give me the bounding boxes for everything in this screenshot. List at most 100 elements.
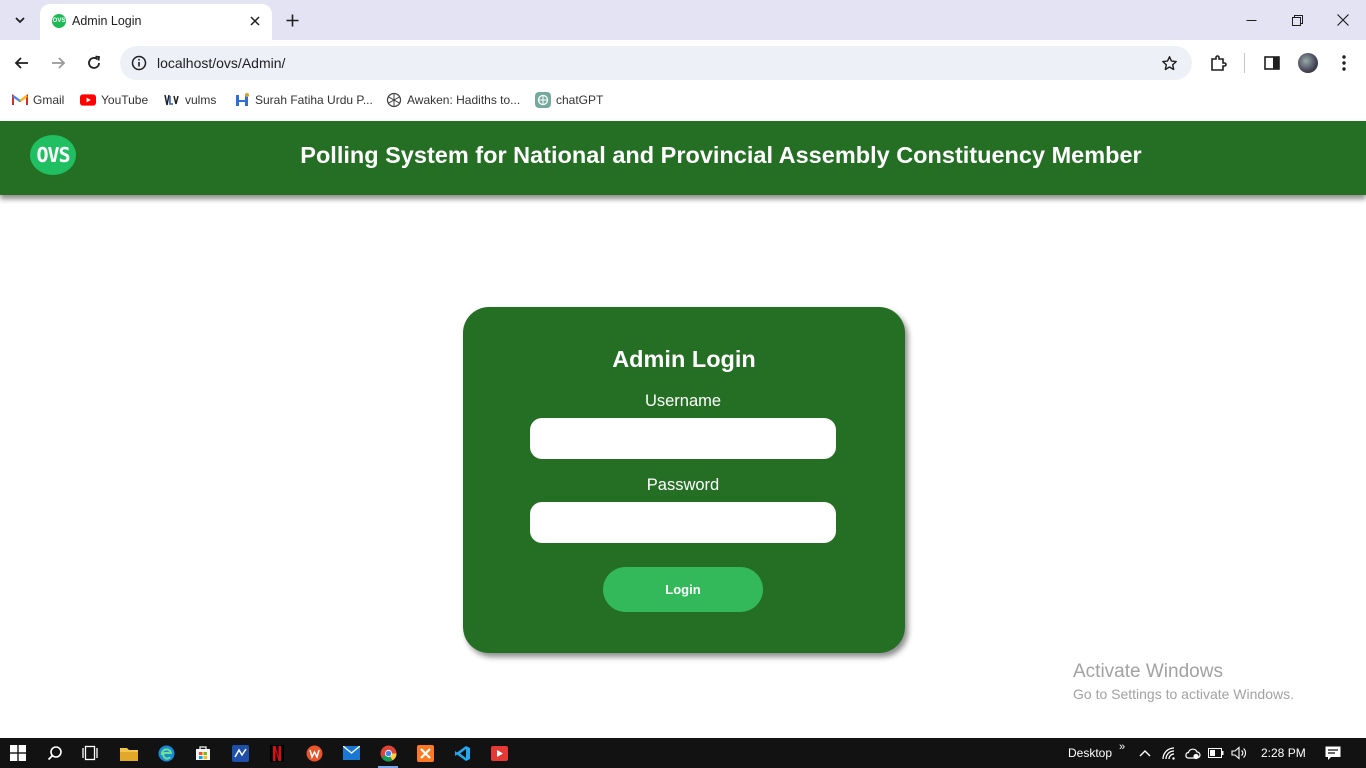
battery-tray-button[interactable] <box>1204 741 1228 765</box>
username-input[interactable] <box>530 418 836 459</box>
bookmark-label: Awaken: Hadiths to... <box>407 93 521 107</box>
username-label: Username <box>644 392 722 410</box>
login-button[interactable]: Login <box>603 567 763 612</box>
taskbar-edge[interactable] <box>154 741 178 765</box>
toolbar-divider <box>1244 53 1245 73</box>
mail-icon <box>342 746 360 760</box>
watermark-title: Activate Windows <box>1073 661 1223 682</box>
side-panel-icon <box>1264 56 1280 70</box>
site-info-button[interactable] <box>128 52 150 74</box>
browser-tab-strip: OVS Admin Login <box>0 0 1366 40</box>
more-vertical-icon <box>1342 55 1346 71</box>
chatgpt-icon <box>535 92 551 108</box>
chevron-down-icon <box>15 17 25 24</box>
close-window-button[interactable] <box>1320 0 1366 40</box>
login-heading: Admin Login <box>612 346 756 372</box>
restore-window-button[interactable] <box>1274 0 1320 40</box>
site-title: Polling System for National and Provinci… <box>300 142 1142 168</box>
folder-icon <box>120 747 138 761</box>
bookmark-label: Gmail <box>33 93 65 107</box>
youtube-icon <box>80 92 96 108</box>
ovs-favicon-icon: OVS <box>52 14 66 28</box>
address-bar[interactable]: localhost/ovs/Admin/ <box>120 46 1192 80</box>
taskbar-vscode[interactable] <box>450 741 474 765</box>
taskbar-app-blue[interactable] <box>228 741 252 765</box>
store-icon <box>196 746 210 760</box>
network-tray-button[interactable] <box>1157 741 1181 765</box>
speaker-icon <box>1231 746 1246 760</box>
taskbar-store[interactable] <box>191 741 215 765</box>
taskbar-file-explorer[interactable] <box>117 741 141 765</box>
forward-button[interactable] <box>44 49 72 77</box>
taskbar-office[interactable] <box>302 741 326 765</box>
toolbar-overflow-chevron[interactable]: » <box>1119 741 1125 753</box>
tab-title: Admin Login <box>72 14 142 28</box>
volume-tray-button[interactable] <box>1227 741 1251 765</box>
minimize-window-button[interactable] <box>1228 0 1274 40</box>
battery-icon <box>1208 748 1224 758</box>
openai-icon <box>386 92 402 108</box>
star-icon <box>1161 55 1177 70</box>
bookmark-label: vulms <box>185 93 217 107</box>
app-icon <box>231 744 249 762</box>
edge-icon <box>158 745 174 761</box>
chrome-icon <box>380 745 396 761</box>
profile-button[interactable] <box>1294 49 1322 77</box>
bookmark-star-button[interactable] <box>1158 52 1180 74</box>
taskbar-clock[interactable]: 2:28 PM <box>1261 746 1306 760</box>
vulms-icon <box>164 92 180 108</box>
page-content: OVS Polling System for National and Prov… <box>0 121 1366 738</box>
action-center-button[interactable] <box>1321 741 1345 765</box>
start-button[interactable] <box>6 741 30 765</box>
taskbar-chrome[interactable] <box>376 741 400 768</box>
bookmark-label: chatGPT <box>556 93 604 107</box>
reload-icon <box>88 55 101 69</box>
bookmark-youtube[interactable]: YouTube <box>80 91 148 109</box>
taskbar-recorder[interactable] <box>487 741 511 765</box>
url-text[interactable]: localhost/ovs/Admin/ <box>157 55 285 71</box>
bookmark-chatgpt[interactable]: chatGPT <box>535 91 603 109</box>
show-hidden-icons-button[interactable] <box>1133 741 1157 765</box>
bookmark-label: Surah Fatiha Urdu P... <box>255 93 373 107</box>
side-panel-button[interactable] <box>1258 49 1286 77</box>
xampp-icon <box>416 744 434 762</box>
desktop-toolbar-label[interactable]: Desktop <box>1068 746 1112 760</box>
vscode-icon <box>454 745 470 761</box>
chevron-up-icon <box>1139 750 1151 757</box>
restore-icon <box>1291 14 1303 26</box>
chrome-menu-button[interactable] <box>1330 49 1358 77</box>
watermark-subtitle: Go to Settings to activate Windows. <box>1073 686 1294 702</box>
minimize-icon <box>1246 19 1256 21</box>
back-button[interactable] <box>8 49 36 77</box>
windows-logo-icon <box>10 745 26 761</box>
onedrive-tray-button[interactable] <box>1180 741 1204 765</box>
task-view-button[interactable] <box>78 741 102 765</box>
reload-button[interactable] <box>80 49 108 77</box>
task-view-icon <box>82 745 98 761</box>
close-icon <box>1337 14 1349 26</box>
bookmark-vulms[interactable]: vulms <box>164 91 216 109</box>
bookmark-label: YouTube <box>101 93 149 107</box>
site-icon <box>234 92 250 108</box>
arrow-left-icon <box>14 57 28 69</box>
new-tab-button[interactable] <box>280 8 304 32</box>
browser-tab-active[interactable]: OVS Admin Login <box>40 4 272 40</box>
recorder-icon <box>490 745 508 761</box>
gmail-icon <box>12 92 28 108</box>
tab-close-button[interactable] <box>246 12 264 30</box>
bookmarks-bar: Gmail YouTube vulms Surah Fatiha Urdu P.… <box>0 86 1366 114</box>
extensions-button[interactable] <box>1204 49 1232 77</box>
tab-search-button[interactable] <box>6 6 34 34</box>
bookmark-surah-fatiha[interactable]: Surah Fatiha Urdu P... <box>234 91 373 109</box>
taskbar-search-button[interactable] <box>43 741 67 765</box>
bookmark-gmail[interactable]: Gmail <box>12 91 64 109</box>
bookmark-awaken-hadiths[interactable]: Awaken: Hadiths to... <box>386 91 520 109</box>
taskbar-mail[interactable] <box>339 741 363 765</box>
password-input[interactable] <box>530 502 836 543</box>
close-icon <box>250 16 260 26</box>
arrow-right-icon <box>52 57 66 69</box>
taskbar-xampp[interactable] <box>413 741 437 765</box>
office-icon <box>306 745 322 761</box>
wifi-icon <box>1161 746 1175 760</box>
taskbar-netflix[interactable] <box>265 741 289 765</box>
